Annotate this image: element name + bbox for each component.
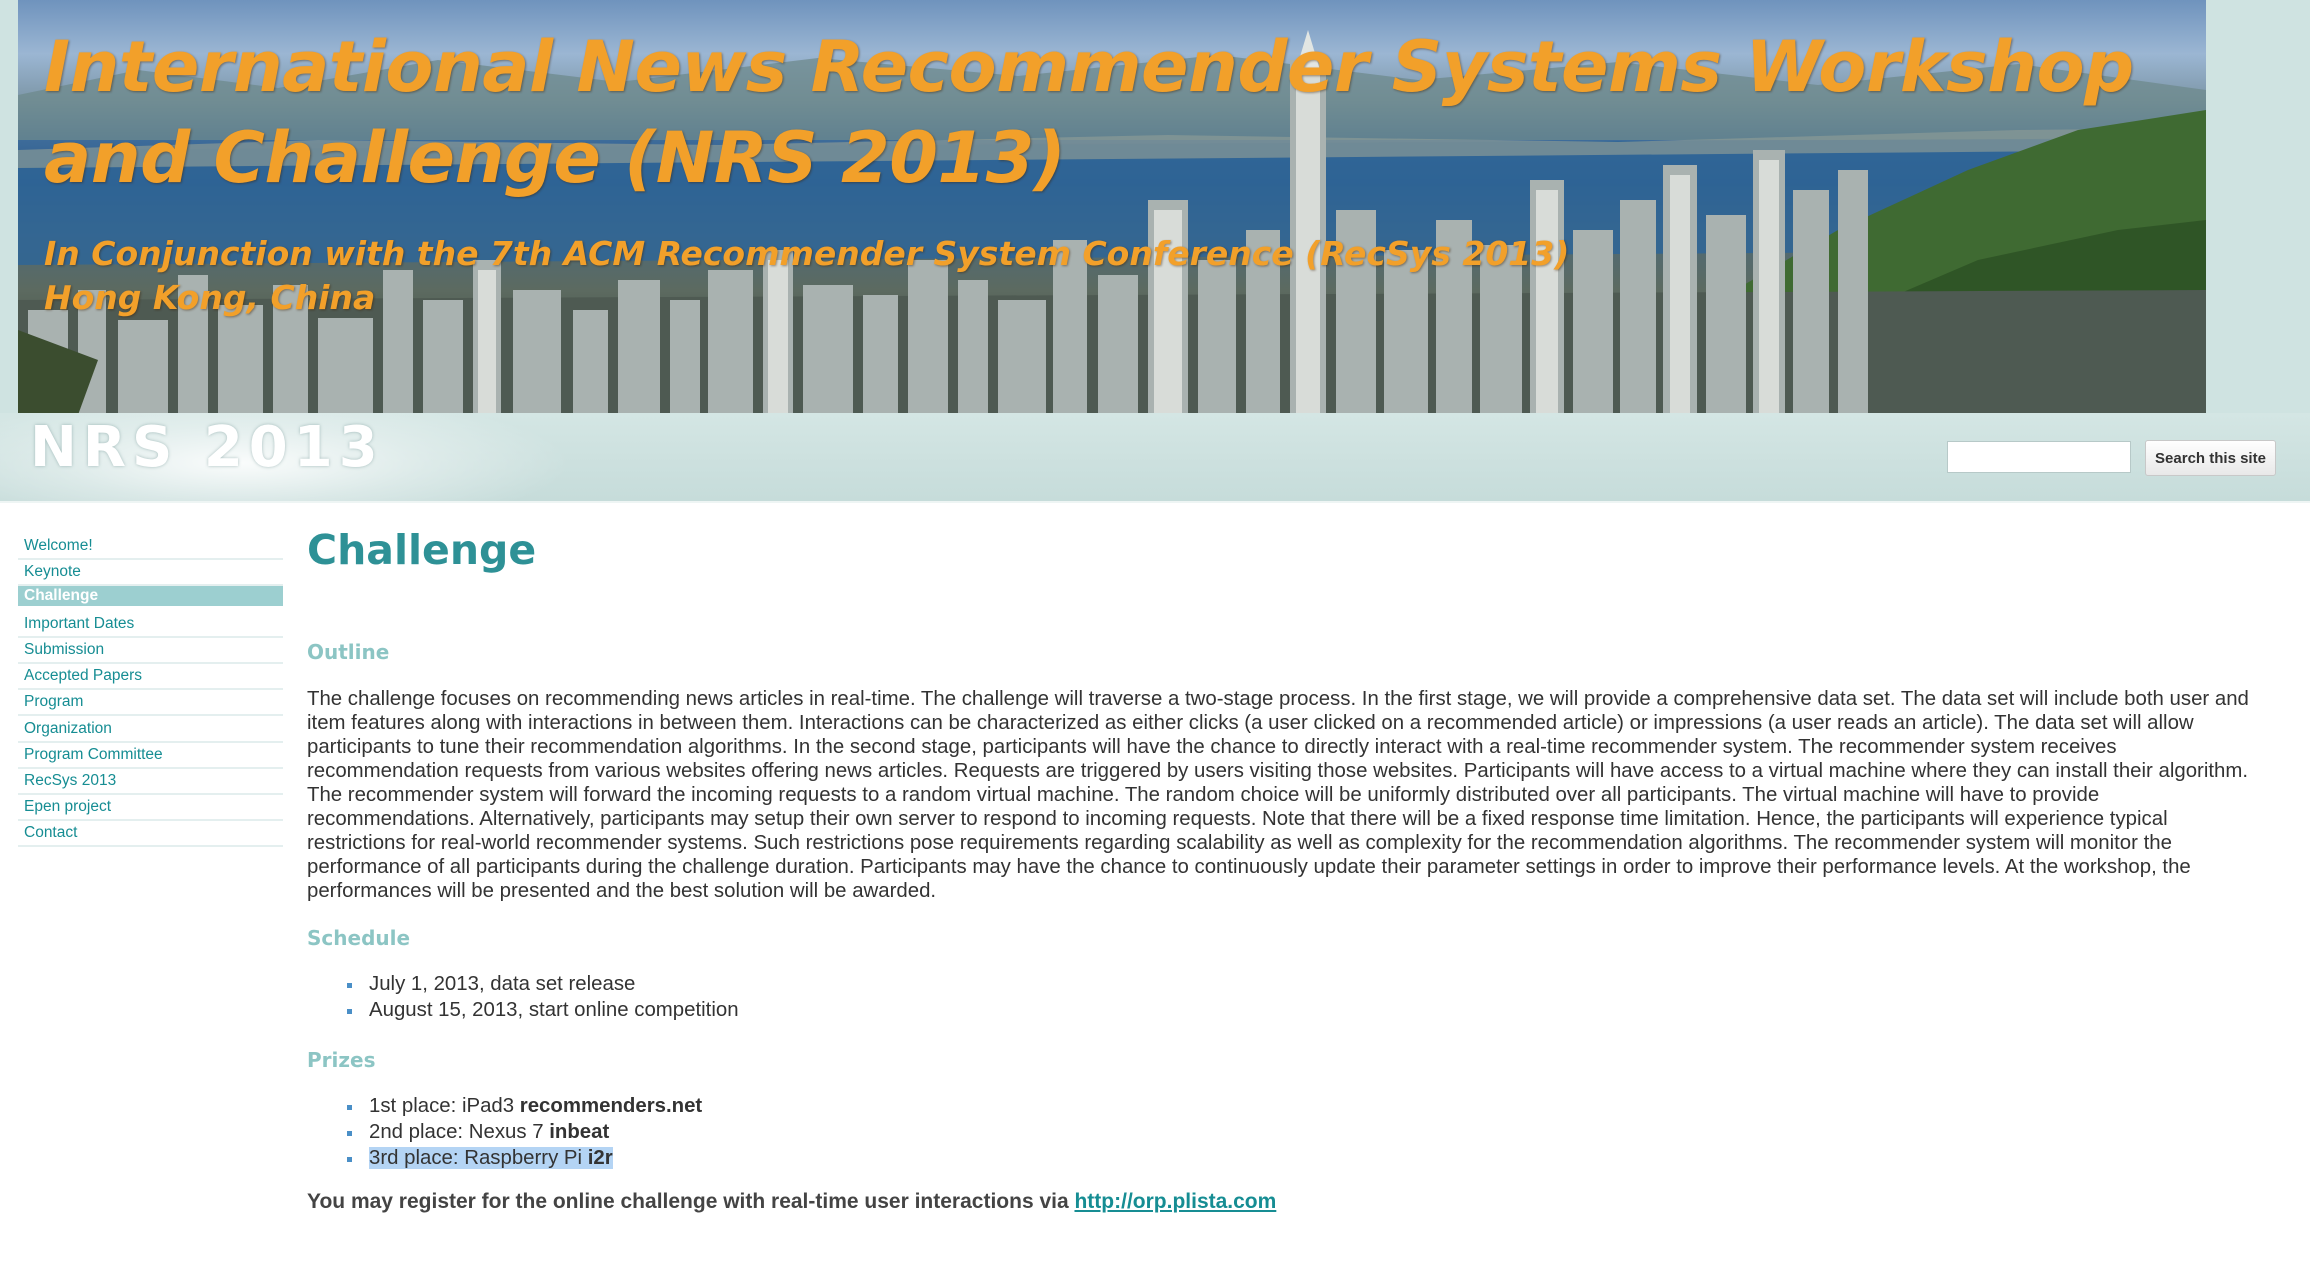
sidebar-item-welcome[interactable]: Welcome!: [18, 534, 283, 560]
banner-area: International News Recommender Systems W…: [0, 0, 2310, 415]
sidebar-item-submission[interactable]: Submission: [18, 638, 283, 665]
banner-title: International News Recommender Systems W…: [44, 26, 2134, 199]
sidebar-item-keynote[interactable]: Keynote: [18, 560, 283, 587]
selected-text: 3rd place: Raspberry Pi i2r: [369, 1147, 613, 1169]
page-title: Challenge: [307, 526, 537, 574]
bullet-icon: [347, 1105, 352, 1110]
sidebar-item-accepted-papers[interactable]: Accepted Papers: [18, 664, 283, 691]
list-item: August 15, 2013, start online competitio…: [337, 997, 739, 1023]
site-name[interactable]: NRS 2013: [30, 415, 384, 480]
prizes-list: 1st place: iPad3 recommenders.net 2nd pl…: [337, 1093, 702, 1171]
bullet-icon: [347, 1157, 352, 1162]
sidebar-item-recsys-2013[interactable]: RecSys 2013: [18, 769, 283, 795]
outline-paragraph: The challenge focuses on recommending ne…: [307, 688, 2249, 902]
list-item: July 1, 2013, data set release: [337, 971, 739, 997]
search-button[interactable]: Search this site: [2145, 440, 2276, 476]
register-note: You may register for the online challeng…: [307, 1190, 1277, 1213]
bullet-icon: [347, 983, 352, 988]
bullet-icon: [347, 1131, 352, 1136]
register-link[interactable]: http://orp.plista.com: [1074, 1190, 1276, 1213]
list-item: 2nd place: Nexus 7 inbeat: [337, 1119, 702, 1145]
outline-heading: Outline: [307, 640, 390, 664]
banner-image: International News Recommender Systems W…: [18, 0, 2206, 415]
sidebar-nav: Welcome! Keynote Challenge Important Dat…: [18, 534, 283, 847]
sidebar-item-program-committee[interactable]: Program Committee: [18, 743, 283, 769]
sidebar-item-important-dates[interactable]: Important Dates: [18, 612, 283, 639]
sidebar-item-challenge[interactable]: Challenge: [18, 586, 283, 607]
sidebar-item-program[interactable]: Program: [18, 690, 283, 717]
list-item: 3rd place: Raspberry Pi i2r: [337, 1145, 702, 1171]
banner-subtitle: In Conjunction with the 7th ACM Recommen…: [44, 234, 1570, 317]
prizes-heading: Prizes: [307, 1048, 376, 1072]
list-item: 1st place: iPad3 recommenders.net: [337, 1093, 702, 1119]
sidebar-item-organization[interactable]: Organization: [18, 717, 283, 743]
schedule-list: July 1, 2013, data set release August 15…: [337, 971, 739, 1023]
search-input[interactable]: [1947, 441, 2131, 473]
bullet-icon: [347, 1009, 352, 1014]
sidebar-item-contact[interactable]: Contact: [18, 821, 283, 847]
sidebar-item-epen-project[interactable]: Epen project: [18, 795, 283, 821]
schedule-heading: Schedule: [307, 926, 411, 950]
